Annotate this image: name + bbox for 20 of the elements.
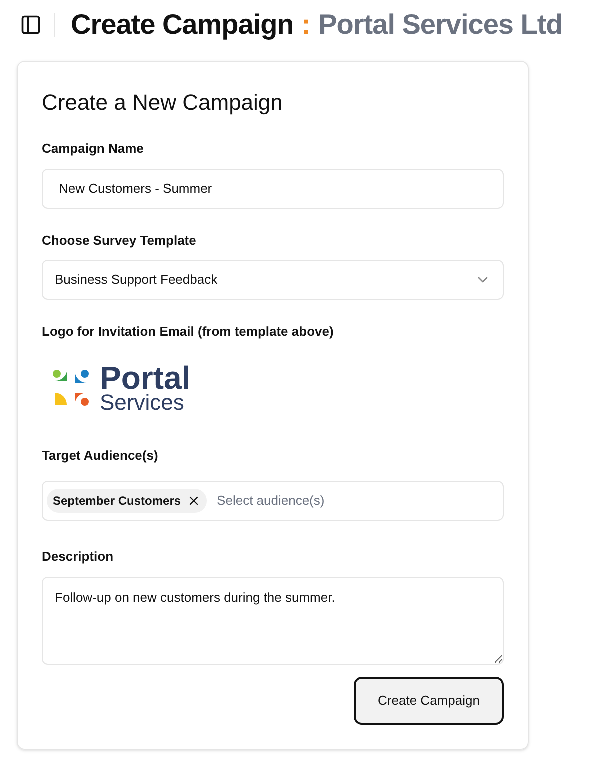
logo-tagline: Services [100,392,186,414]
sidebar-toggle-icon[interactable] [20,14,42,36]
description-field[interactable]: Follow-up on new customers during the summer. [42,576,504,664]
create-campaign-button[interactable]: Create Campaign [354,676,504,724]
chip-label: September Customers [53,493,182,510]
title-separator: : [302,8,311,42]
field-label: Target Audience(s) [42,446,160,465]
field-label: Campaign Name [42,140,145,158]
page-title: Create Campaign [71,8,294,42]
campaign-name-field[interactable]: New Customers - Summer [42,168,504,208]
template-select[interactable]: Business Support Feedback [42,260,504,300]
page-subtitle: Portal Services Ltd [318,8,563,42]
audience-input[interactable]: Select audience(s) [217,491,499,511]
field-label: Description [42,548,115,566]
field-label: Choose Survey Template [42,232,198,250]
form-heading: Create a New Campaign [42,89,284,117]
audience-field[interactable]: September Customers Select audience(s) [42,481,504,521]
logo-mark-icon [52,368,90,406]
logo-wordmark: Portal [100,362,191,394]
field-label: Logo for Invitation Email (from template above) [42,323,335,341]
